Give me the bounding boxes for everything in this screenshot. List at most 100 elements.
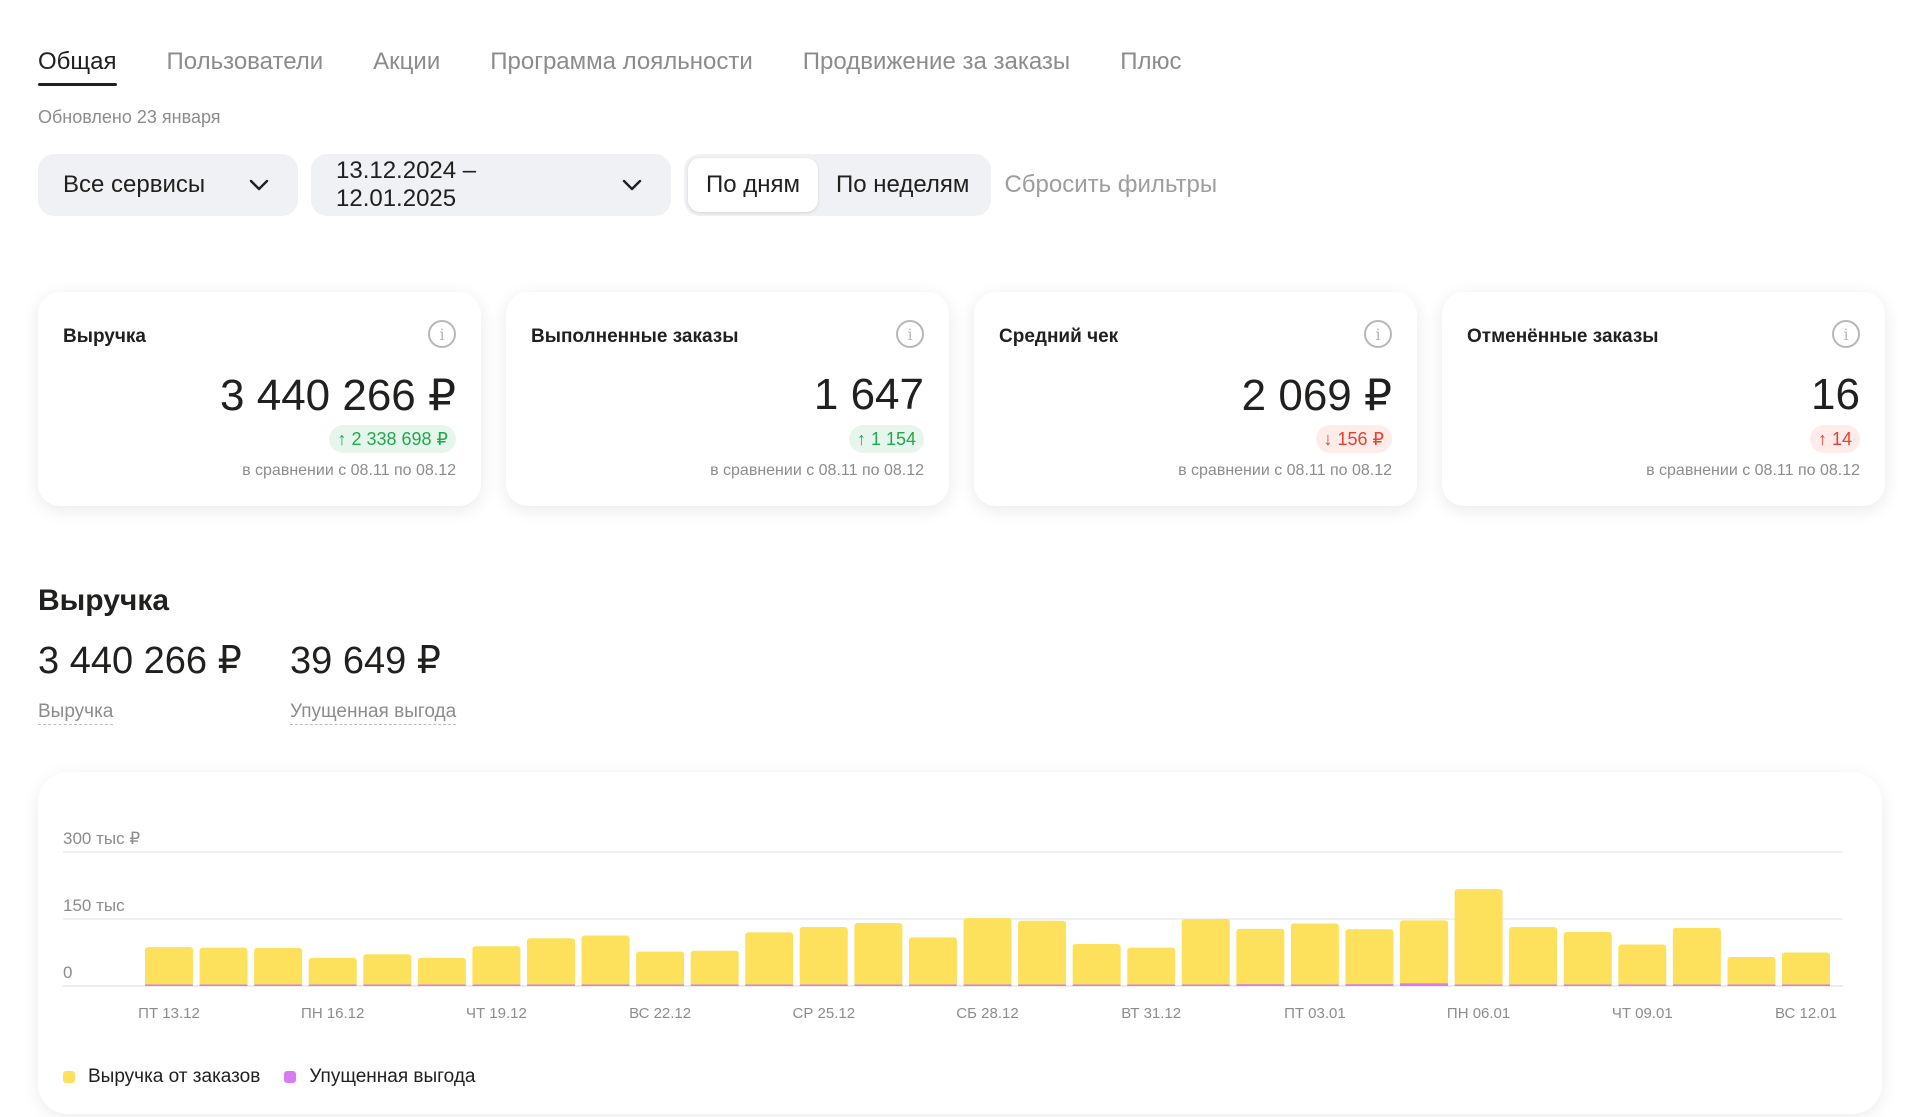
services-select[interactable]: Все сервисы (38, 154, 298, 216)
x-tick-label: СБ 28.12 (956, 1005, 1018, 1022)
chart-legend: Выручка от заказов Упущенная выгода (63, 1066, 500, 1088)
bar-lost-profit (799, 984, 848, 986)
x-tick-label: ВС 12.01 (1775, 1005, 1837, 1022)
card-value: 1 647 (813, 370, 924, 419)
chevron-down-icon (248, 174, 270, 196)
bar-revenue (1018, 920, 1067, 986)
delta-badge: ↑ 1 154 (848, 425, 924, 453)
card-value: 3 440 266 ₽ (220, 371, 456, 420)
kpi-card-cancelled-orders: Отменённые заказы i 16 ↑ 14 в сравнении … (1442, 292, 1885, 506)
info-icon[interactable]: i (1832, 320, 1860, 348)
section-title: Выручка (38, 584, 170, 617)
bar-revenue (472, 946, 521, 986)
filters-bar: Все сервисы 13.12.2024 – 12.01.2025 По д… (38, 154, 1217, 216)
bar-revenue (1509, 927, 1558, 986)
bar-lost-profit (1563, 984, 1612, 986)
bar-lost-profit (526, 984, 575, 986)
info-icon[interactable]: i (1364, 320, 1392, 348)
reset-filters-button[interactable]: Сбросить фильтры (1004, 171, 1217, 199)
revenue-chart-card: 0 150 тыс 300 тыс ₽ ПТ 13.12 ПН 16.12 ЧТ 19.1… (38, 772, 1882, 1114)
bar-lost-profit (1127, 984, 1176, 986)
y-tick-label: 0 (63, 963, 72, 982)
bar-revenue (908, 937, 957, 986)
bar-lost-profit (1618, 984, 1667, 986)
date-range-label: 13.12.2024 – 12.01.2025 (336, 157, 477, 212)
card-value: 16 (1811, 370, 1860, 419)
tab-promotions[interactable]: Акции (373, 48, 440, 86)
card-title: Выполненные заказы (531, 326, 739, 347)
bar-lost-profit (1400, 983, 1449, 986)
compare-text: в сравнении с 08.11 по 08.12 (242, 462, 456, 479)
tab-general[interactable]: Общая (38, 48, 117, 86)
card-value: 2 069 ₽ (1241, 371, 1392, 420)
bar-revenue (690, 950, 739, 986)
kpi-cards: Выручка i 3 440 266 ₽ ↑ 2 338 698 ₽ в ср… (38, 292, 1885, 506)
bar-revenue (636, 951, 685, 986)
chevron-down-icon (621, 174, 643, 196)
x-tick-label: СР 25.12 (793, 1005, 856, 1022)
info-icon[interactable]: i (896, 320, 924, 348)
services-select-label: Все сервисы (63, 171, 206, 198)
tab-plus[interactable]: Плюс (1120, 48, 1181, 86)
legend-swatch (284, 1071, 297, 1083)
legend-label: Упущенная выгода (309, 1066, 476, 1087)
metric-lost-profit: 39 649 ₽ Упущенная выгода (290, 638, 457, 725)
bar-revenue (1181, 919, 1230, 986)
bar-revenue (308, 957, 357, 986)
metric-revenue: 3 440 266 ₽ Выручка (38, 638, 242, 725)
card-title: Отменённые заказы (1467, 326, 1659, 347)
bar-revenue (1400, 920, 1449, 986)
bar-revenue (1782, 952, 1830, 986)
bar-lost-profit (1672, 984, 1721, 986)
bar-revenue (1236, 928, 1285, 986)
bar-revenue (581, 935, 630, 986)
period-day-button[interactable]: По дням (688, 158, 819, 212)
kpi-card-revenue: Выручка i 3 440 266 ₽ ↑ 2 338 698 ₽ в ср… (38, 292, 481, 506)
bar-lost-profit (1018, 984, 1067, 986)
tab-bar: Общая Пользователи Акции Программа лояль… (38, 48, 1181, 86)
bar-lost-profit (1236, 984, 1285, 986)
bar-lost-profit (908, 984, 957, 986)
compare-text: в сравнении с 08.11 по 08.12 (1646, 462, 1860, 479)
legend-item-lost[interactable]: Упущенная выгода (284, 1066, 476, 1088)
bar-lost-profit (963, 984, 1012, 986)
bar-lost-profit (1454, 984, 1503, 986)
x-tick-label: ЧТ 19.12 (466, 1005, 527, 1022)
bar-revenue (145, 947, 193, 986)
bar-lost-profit (690, 984, 739, 986)
tab-users[interactable]: Пользователи (167, 48, 324, 86)
metric-revenue-toggle[interactable]: Выручка (38, 701, 114, 725)
bar-revenue (1127, 947, 1176, 986)
x-tick-label: ПТ 03.01 (1284, 1005, 1346, 1022)
compare-text: в сравнении с 08.11 по 08.12 (1178, 462, 1392, 479)
metric-lost-toggle[interactable]: Упущенная выгода (290, 701, 457, 725)
bar-revenue (854, 923, 903, 986)
bar-lost-profit (1345, 984, 1394, 986)
compare-text: в сравнении с 08.11 по 08.12 (710, 462, 924, 479)
bar-lost-profit (1782, 984, 1830, 986)
bar-revenue (1072, 944, 1121, 986)
x-tick-label: ЧТ 09.01 (1612, 1005, 1673, 1022)
bar-lost-profit (363, 984, 412, 986)
bar-lost-profit (1290, 984, 1339, 986)
legend-item-revenue[interactable]: Выручка от заказов (63, 1066, 260, 1088)
x-tick-label: ПТ 13.12 (138, 1005, 200, 1022)
card-title: Выручка (63, 326, 146, 347)
metric-value: 39 649 ₽ (290, 640, 441, 682)
kpi-card-completed-orders: Выполненные заказы i 1 647 ↑ 1 154 в сра… (506, 292, 949, 506)
date-range-select[interactable]: 13.12.2024 – 12.01.2025 (311, 154, 671, 216)
bar-revenue (254, 948, 303, 986)
tab-loyalty[interactable]: Программа лояльности (490, 48, 753, 86)
bar-revenue (363, 954, 412, 986)
kpi-card-average-check: Средний чек i 2 069 ₽ ↓ 156 ₽ в сравнени… (974, 292, 1417, 506)
period-week-button[interactable]: По неделям (818, 158, 987, 212)
tab-order-promotion[interactable]: Продвижение за заказы (803, 48, 1070, 86)
bar-lost-profit (1181, 984, 1230, 986)
period-switch: По дням По неделям (684, 154, 992, 216)
x-tick-label: ВС 22.12 (629, 1005, 691, 1022)
bar-lost-profit (581, 984, 630, 986)
bar-revenue (963, 918, 1012, 986)
bar-revenue (1290, 923, 1339, 986)
bar-revenue (1618, 944, 1667, 986)
info-icon[interactable]: i (428, 320, 456, 348)
